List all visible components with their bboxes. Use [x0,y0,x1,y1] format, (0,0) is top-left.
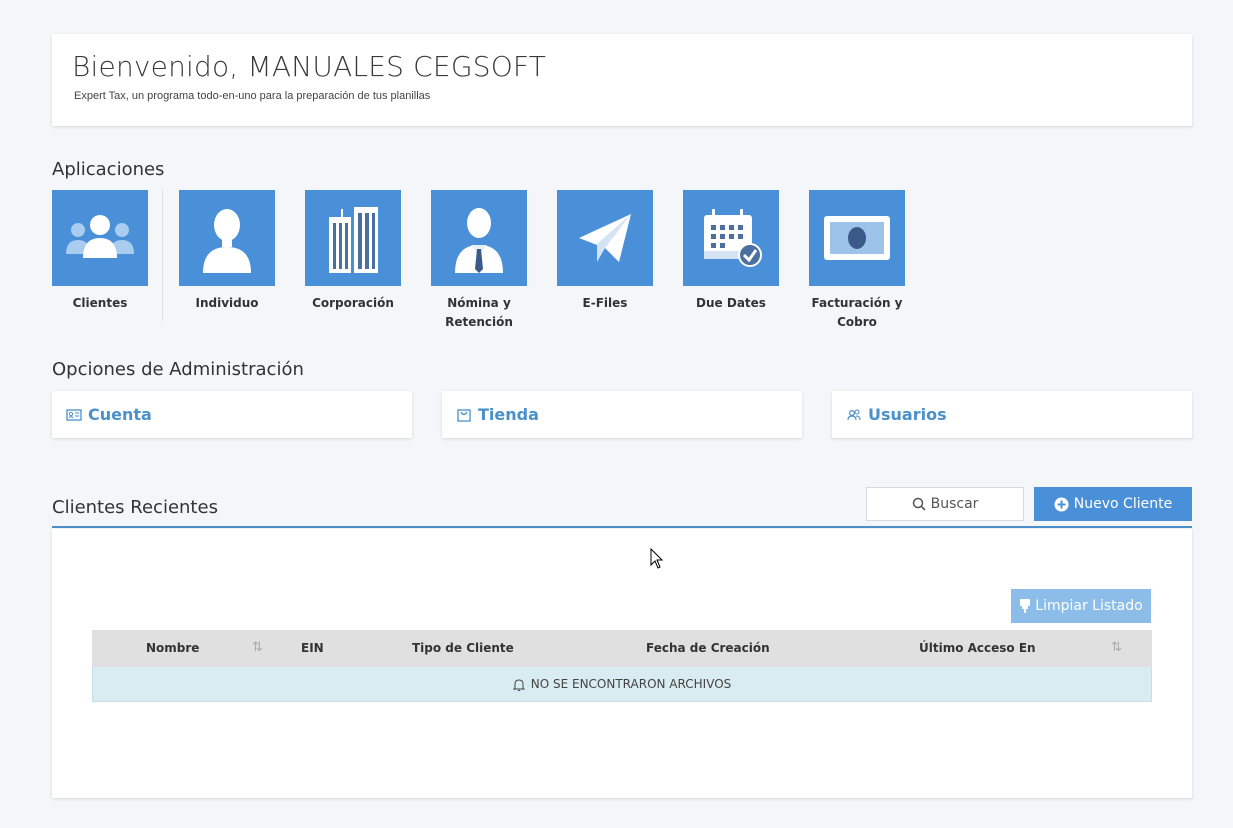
employee-tie-icon [455,208,503,273]
apps-grid: Clientes Individuo Corporación Nómina y … [52,190,952,340]
users-icon [66,215,134,258]
person-icon [203,209,251,273]
app-label: Clientes [72,296,128,310]
table-header: Nombre ⇅ EIN Tipo de Cliente Fecha de Cr… [92,630,1152,667]
plus-circle-icon [1054,497,1069,511]
app-efiles[interactable]: E-Files [557,190,653,313]
app-tile[interactable] [431,190,527,286]
apps-section-title: Aplicaciones [52,159,165,180]
app-label: Facturación y Cobro [811,296,903,329]
new-client-button-label: Nuevo Cliente [1073,496,1173,512]
recent-clients-title: Clientes Recientes [52,497,218,518]
app-individuo[interactable]: Individuo [179,190,275,313]
column-header-tipo: Tipo de Cliente [412,641,514,655]
mouse-cursor-icon [650,548,664,569]
users-outline-icon [846,407,862,423]
banknote-icon [824,216,890,260]
app-tile[interactable] [305,190,401,286]
app-corporacion[interactable]: Corporación [305,190,401,313]
clear-list-button[interactable]: Limpiar Listado [1011,589,1151,623]
admin-usuarios-label: Usuarios [868,405,947,424]
welcome-subtitle: Expert Tax, un programa todo-en-uno para… [74,90,431,102]
empty-table-row: NO SE ENCONTRARON ARCHIVOS [92,667,1152,702]
calendar-check-icon [704,209,762,267]
empty-message: NO SE ENCONTRARON ARCHIVOS [530,677,732,691]
search-icon [912,497,926,511]
app-tile[interactable] [683,190,779,286]
app-tile[interactable] [179,190,275,286]
admin-tienda[interactable]: Tienda [442,391,802,438]
buildings-icon [329,207,378,273]
column-header-ein: EIN [301,641,324,655]
app-label: Nómina y Retención [445,296,513,329]
shopping-bag-icon [456,407,472,423]
admin-section-title: Opciones de Administración [52,359,304,380]
column-header-ultimo-acceso[interactable]: Último Acceso En [919,641,1036,655]
bell-icon [512,678,525,691]
admin-cuenta-label: Cuenta [88,405,152,424]
app-clientes[interactable]: Clientes [52,190,148,313]
column-header-fecha: Fecha de Creación [646,641,770,655]
sort-icon[interactable]: ⇅ [252,640,263,655]
new-client-button[interactable]: Nuevo Cliente [1034,487,1192,521]
search-button-label: Buscar [930,496,979,512]
admin-tienda-label: Tienda [478,405,539,424]
app-tile[interactable] [557,190,653,286]
admin-usuarios[interactable]: Usuarios [832,391,1192,438]
app-label: Individuo [195,296,259,310]
search-button[interactable]: Buscar [866,487,1024,521]
column-header-nombre[interactable]: Nombre [146,641,199,655]
sort-icon[interactable]: ⇅ [1111,640,1122,655]
app-due-dates[interactable]: Due Dates [683,190,779,313]
app-facturacion[interactable]: Facturación y Cobro [809,190,905,332]
app-tile[interactable] [809,190,905,286]
paper-plane-icon [579,214,631,262]
welcome-card: Bienvenido, MANUALES CEGSOFT Expert Tax,… [52,34,1192,126]
recent-clients-table: Nombre ⇅ EIN Tipo de Cliente Fecha de Cr… [92,630,1152,702]
admin-cuenta[interactable]: Cuenta [52,391,412,438]
app-nomina[interactable]: Nómina y Retención [431,190,527,332]
apps-divider [162,190,163,321]
id-card-icon [66,407,82,423]
eraser-icon [1020,599,1031,613]
app-tile[interactable] [52,190,148,286]
clear-list-button-label: Limpiar Listado [1035,598,1143,614]
app-label: Corporación [312,296,394,310]
app-label: Due Dates [696,296,766,310]
welcome-title: Bienvenido, MANUALES CEGSOFT [72,50,547,83]
app-label: E-Files [582,296,628,310]
